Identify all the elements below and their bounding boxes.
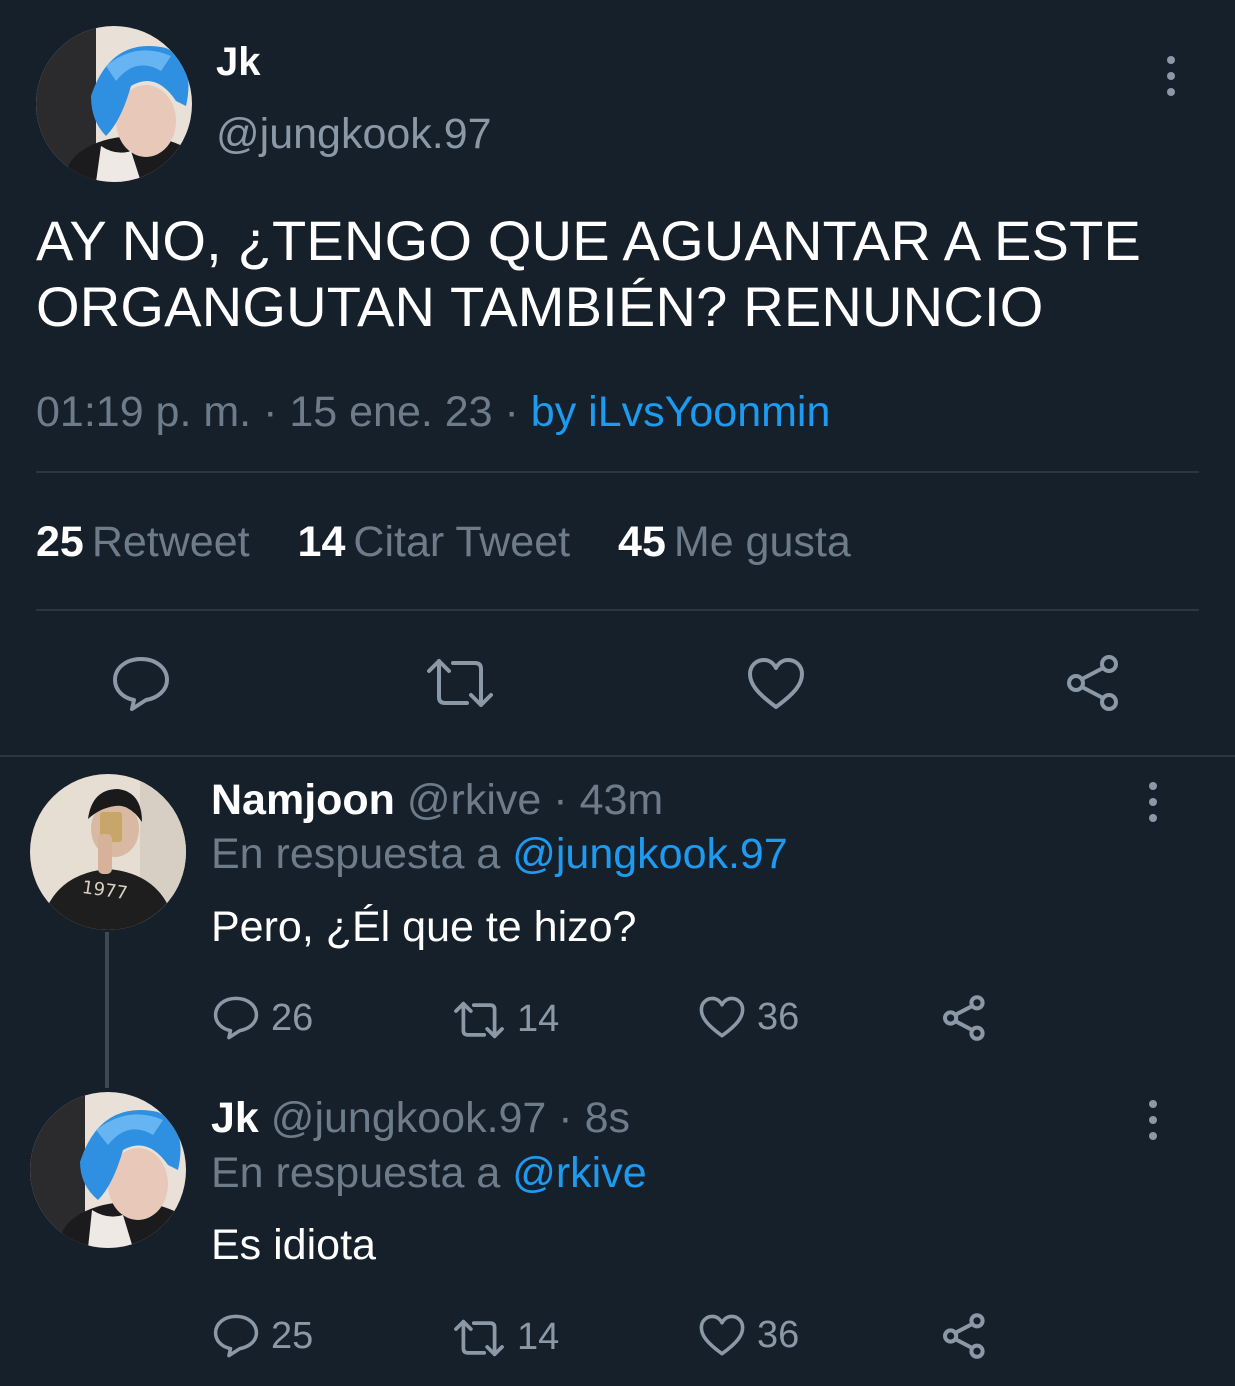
retweet-button[interactable]: 14: [453, 1316, 559, 1359]
tweet-meta: 01:19 p. m. · 15 ene. 23 · by iLvsYoonmi…: [36, 388, 830, 437]
author-handle[interactable]: @jungkook.97: [216, 110, 492, 159]
reply-count: 25: [271, 1314, 314, 1357]
quote-stat[interactable]: 14 Citar Tweet: [298, 518, 571, 567]
reply-button[interactable]: 26: [213, 996, 313, 1040]
timestamp: 01:19 p. m. · 15 ene. 23 ·: [36, 388, 531, 436]
like-stat[interactable]: 45 Me gusta: [618, 518, 851, 567]
like-button[interactable]: 36: [699, 1314, 799, 1357]
reply-text: Pero, ¿Él que te hizo?: [211, 903, 637, 951]
more-options-icon[interactable]: [1143, 782, 1163, 822]
reply-to-link[interactable]: @rkive: [512, 1149, 646, 1197]
avatar[interactable]: [30, 1092, 186, 1248]
reply-time: · 8s: [546, 1094, 630, 1142]
more-options-icon[interactable]: [1143, 1100, 1163, 1140]
tweet-detail-page: Jk @jungkook.97 AY NO, ¿TENGO QUE AGUANT…: [0, 0, 1235, 1386]
reply-time: · 43m: [541, 776, 664, 824]
like-count: 36: [757, 1314, 800, 1356]
main-tweet: Jk @jungkook.97 AY NO, ¿TENGO QUE AGUANT…: [0, 0, 1235, 755]
retweet-button[interactable]: 14: [453, 998, 559, 1041]
reply-author-name[interactable]: Jk: [211, 1094, 259, 1142]
tweet-text-line: ORGANGUTAN TAMBIÉN? RENUNCIO: [36, 275, 1044, 338]
like-icon[interactable]: [747, 657, 805, 711]
section-separator: [0, 755, 1235, 757]
tweet-text: AY NO, ¿TENGO QUE AGUANTAR A ESTE ORGANG…: [36, 208, 1206, 340]
reply-icon[interactable]: [112, 656, 170, 712]
avatar[interactable]: 1977: [30, 774, 186, 930]
like-count: 36: [757, 996, 800, 1038]
more-options-icon[interactable]: [1161, 56, 1181, 96]
reply-to-link[interactable]: @jungkook.97: [512, 830, 788, 878]
reply-author-handle[interactable]: @rkive: [407, 776, 541, 824]
reply-header: Namjoon @rkive · 43m: [211, 776, 663, 825]
reply-context-prefix: En respuesta a: [211, 830, 513, 878]
tweet-text-line: AY NO, ¿TENGO QUE AGUANTAR A ESTE: [36, 209, 1142, 272]
reply-author-name[interactable]: Namjoon: [211, 776, 395, 824]
retweet-count: 14: [517, 998, 560, 1040]
reply-text: Es idiota: [211, 1221, 376, 1269]
like-stat-count: 45: [618, 518, 666, 566]
reply-context: En respuesta a @rkive: [211, 1149, 647, 1198]
retweet-stat-label: Retweet: [91, 518, 250, 566]
share-icon[interactable]: [1064, 653, 1124, 713]
quote-stat-count: 14: [297, 518, 346, 566]
reply-context-prefix: En respuesta a: [211, 1149, 513, 1197]
engagement-stats: 25 Retweet 14 Citar Tweet 45 Me gusta: [36, 518, 887, 567]
reply-author-handle[interactable]: @jungkook.97: [271, 1094, 547, 1142]
reply-context: En respuesta a @jungkook.97: [211, 830, 788, 879]
share-icon: [943, 1313, 985, 1359]
thread-connector: [105, 932, 109, 1088]
source-link[interactable]: by iLvsYoonmin: [531, 388, 831, 436]
divider: [36, 609, 1199, 611]
divider: [36, 471, 1199, 473]
reply-header: Jk @jungkook.97 · 8s: [211, 1094, 630, 1143]
retweet-count: 14: [517, 1316, 560, 1358]
share-button[interactable]: [941, 1312, 1001, 1360]
author-name[interactable]: Jk: [216, 40, 261, 85]
reply-button[interactable]: 25: [213, 1314, 313, 1358]
retweet-stat-count: 25: [36, 518, 84, 566]
avatar[interactable]: [36, 26, 192, 182]
share-button[interactable]: [941, 994, 1001, 1042]
share-icon: [943, 995, 985, 1041]
reply-count: 26: [271, 996, 314, 1039]
quote-stat-label: Citar Tweet: [353, 518, 571, 566]
like-stat-label: Me gusta: [673, 518, 851, 566]
retweet-icon[interactable]: [425, 657, 495, 709]
like-button[interactable]: 36: [699, 996, 799, 1039]
retweet-stat[interactable]: 25 Retweet: [36, 518, 250, 567]
